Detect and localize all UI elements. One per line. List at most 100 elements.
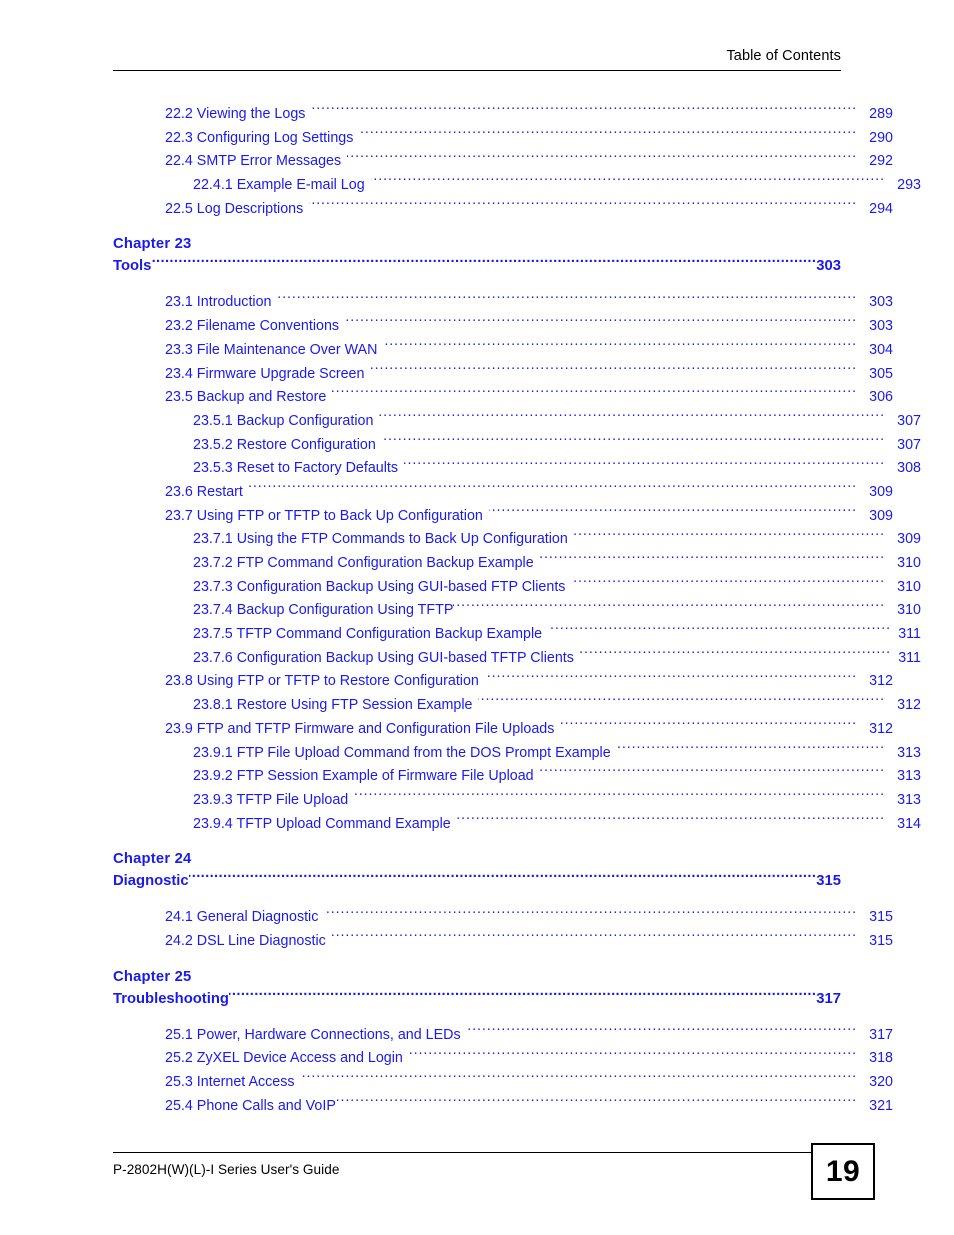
toc-entry[interactable]: 25.4 Phone Calls and VoIP 321 (113, 1095, 893, 1119)
toc-dot-leader (489, 505, 857, 519)
toc-entry[interactable]: 25.3 Internet Access 320 (113, 1071, 893, 1095)
toc-entry-page-number: 314 (897, 815, 921, 832)
toc-entry-label: 23.8.1 Restore Using FTP Session Example (193, 697, 473, 714)
toc-entry[interactable]: 23.5.3 Reset to Factory Defaults 308 (113, 457, 921, 481)
toc-entry-page-number: 310 (897, 578, 921, 595)
toc-entry-page-number: 309 (869, 507, 893, 524)
toc-entry-page-number: 312 (869, 673, 893, 690)
toc-entry-label: 23.7.2 FTP Command Configuration Backup … (193, 555, 534, 571)
toc-chapter-title: Troubleshooting (113, 990, 229, 1007)
toc-entry-page-number: 306 (869, 389, 893, 406)
toc-dot-leader (409, 1048, 857, 1062)
toc-chapter-title-row[interactable]: Troubleshooting 317 (113, 988, 841, 1011)
toc-entry-label: 23.9.1 FTP File Upload Command from the … (193, 744, 611, 761)
toc-entry[interactable]: 23.7.5 TFTP Command Configuration Backup… (113, 623, 921, 647)
toc-entry[interactable]: 23.2 Filename Conventions 303 (113, 315, 893, 339)
toc-entry[interactable]: 22.5 Log Descriptions 294 (113, 198, 893, 222)
toc-dot-leader (485, 671, 857, 685)
toc-chapter-block[interactable]: Chapter 24 Diagnostic 315 (113, 849, 841, 893)
toc-entry[interactable]: 25.2 ZyXEL Device Access and Login 318 (113, 1047, 893, 1071)
toc-chapter-title-row[interactable]: Diagnostic 315 (113, 870, 841, 893)
toc-entry[interactable]: 23.7.1 Using the FTP Commands to Back Up… (113, 528, 921, 552)
toc-entry[interactable]: 22.4.1 Example E-mail Log 293 (113, 174, 921, 198)
toc-entry-page-number: 303 (869, 294, 893, 311)
toc-entry[interactable]: 23.5 Backup and Restore 306 (113, 386, 893, 410)
toc-entry[interactable]: 23.7.6 Configuration Backup Using GUI-ba… (113, 647, 921, 671)
toc-dot-leader (457, 813, 885, 827)
toc-entry[interactable]: 23.8 Using FTP or TFTP to Restore Config… (113, 670, 893, 694)
toc-entry[interactable]: 23.5.1 Backup Configuration 307 (113, 410, 921, 434)
toc-entry-page-number: 315 (869, 932, 893, 949)
toc-entry-label: 23.9.2 FTP Session Example of Firmware F… (193, 768, 534, 785)
toc-entry-label: 23.7 Using FTP or TFTP to Back Up Config… (165, 507, 483, 524)
toc-entry-page-number: 311 (898, 649, 921, 666)
toc-entry-label: 22.3 Configuring Log Settings (165, 129, 354, 146)
toc-entry[interactable]: 23.9.3 TFTP File Upload 313 (113, 789, 921, 813)
toc-dot-leader (359, 127, 857, 141)
toc-entry[interactable]: 23.3 File Maintenance Over WAN 304 (113, 339, 893, 363)
footer-guide-title: P-2802H(W)(L)-I Series User's Guide (113, 1162, 340, 1177)
toc-dot-leader (617, 742, 885, 756)
toc-entry-label: 23.6 Restart (165, 483, 243, 500)
toc-dot-leader (311, 104, 857, 118)
toc-dot-leader (404, 458, 885, 472)
toc-entry[interactable]: 22.4 SMTP Error Messages 292 (113, 150, 893, 174)
toc-entry-label: 22.4.1 Example E-mail Log (193, 177, 365, 194)
toc-chapter-title-row[interactable]: Tools 303 (113, 255, 841, 278)
toc-chapter-label: Chapter 24 (113, 851, 192, 868)
toc-entry-page-number: 309 (869, 483, 893, 500)
toc-entry[interactable]: 24.2 DSL Line Diagnostic 315 (113, 930, 893, 954)
footer-divider (113, 1152, 813, 1153)
toc-entry[interactable]: 23.5.2 Restore Configuration 307 (113, 434, 921, 458)
toc-entry-label: 23.2 Filename Conventions (165, 318, 340, 335)
toc-entry[interactable]: 25.1 Power, Hardware Connections, and LE… (113, 1024, 893, 1048)
toc-dot-leader (540, 766, 885, 780)
toc-entry[interactable]: 23.7.3 Configuration Backup Using GUI-ba… (113, 576, 921, 600)
toc-entry-page-number: 313 (897, 744, 921, 761)
toc-entry[interactable]: 23.9.2 FTP Session Example of Firmware F… (113, 765, 921, 789)
toc-dot-leader (336, 1095, 857, 1109)
toc-entry-label: 23.5.1 Backup Configuration (193, 412, 374, 429)
toc-entry-page-number: 307 (897, 412, 921, 429)
toc-entry[interactable]: 23.7.4 Backup Configuration Using TFTP 31… (113, 599, 921, 623)
toc-entry-page-number: 289 (869, 106, 893, 122)
toc-dot-leader (571, 576, 885, 590)
toc-entry[interactable]: 23.1 Introduction 303 (113, 291, 893, 315)
toc-entry-page-number: 308 (897, 460, 921, 477)
toc-entry-label: 24.2 DSL Line Diagnostic (165, 932, 326, 949)
toc-entry[interactable]: 23.8.1 Restore Using FTP Session Example… (113, 694, 921, 718)
toc-chapter-title: Diagnostic (113, 873, 189, 890)
toc-entry[interactable]: 24.1 General Diagnostic 315 (113, 906, 893, 930)
toc-dot-leader (574, 529, 885, 543)
toc-entry-page-number: 311 (898, 626, 921, 643)
toc-dot-leader (229, 988, 816, 1003)
toc-entry[interactable]: 22.2 Viewing the Logs 289 (113, 103, 893, 127)
toc-entry[interactable]: 23.4 Firmware Upgrade Screen 305 (113, 363, 893, 387)
toc-dot-leader (332, 387, 857, 401)
toc-entry-label: 23.8 Using FTP or TFTP to Restore Config… (165, 673, 479, 690)
toc-entry[interactable]: 22.3 Configuring Log Settings 290 (113, 127, 893, 151)
toc-entry-page-number: 303 (869, 318, 893, 335)
toc-entry-page-number: 290 (869, 129, 893, 146)
toc-entry-page-number: 310 (897, 602, 921, 619)
toc-chapter-block[interactable]: Chapter 25 Troubleshooting 317 (113, 967, 841, 1011)
toc-entry[interactable]: 23.7 Using FTP or TFTP to Back Up Config… (113, 505, 893, 529)
toc-entry[interactable]: 23.9 FTP and TFTP Firmware and Configura… (113, 718, 893, 742)
toc-entry-label: 25.3 Internet Access (165, 1074, 295, 1090)
toc-chapter-page-number: 315 (816, 873, 841, 890)
toc-entry-label: 23.1 Introduction (165, 294, 272, 311)
toc-entry-label: 23.7.1 Using the FTP Commands to Back Up… (193, 531, 568, 548)
toc-dot-leader (301, 1072, 857, 1086)
toc-chapter-title: Tools (113, 258, 152, 275)
toc-entry-page-number: 318 (869, 1050, 893, 1067)
toc-chapter-block[interactable]: Chapter 23 Tools 303 (113, 234, 841, 278)
toc-entry[interactable]: 23.9.1 FTP File Upload Command from the … (113, 742, 921, 766)
toc-entry-page-number: 312 (869, 720, 893, 737)
toc-entry[interactable]: 23.7.2 FTP Command Configuration Backup … (113, 552, 921, 576)
toc-entry-page-number: 292 (869, 153, 893, 170)
toc-entry[interactable]: 23.9.4 TFTP Upload Command Example 314 (113, 813, 921, 837)
toc-entry-label: 23.3 File Maintenance Over WAN (165, 341, 378, 358)
toc-entry[interactable]: 23.6 Restart 309 (113, 481, 893, 505)
toc-entry-label: 23.5.3 Reset to Factory Defaults (193, 460, 399, 477)
toc-dot-leader (189, 870, 817, 885)
